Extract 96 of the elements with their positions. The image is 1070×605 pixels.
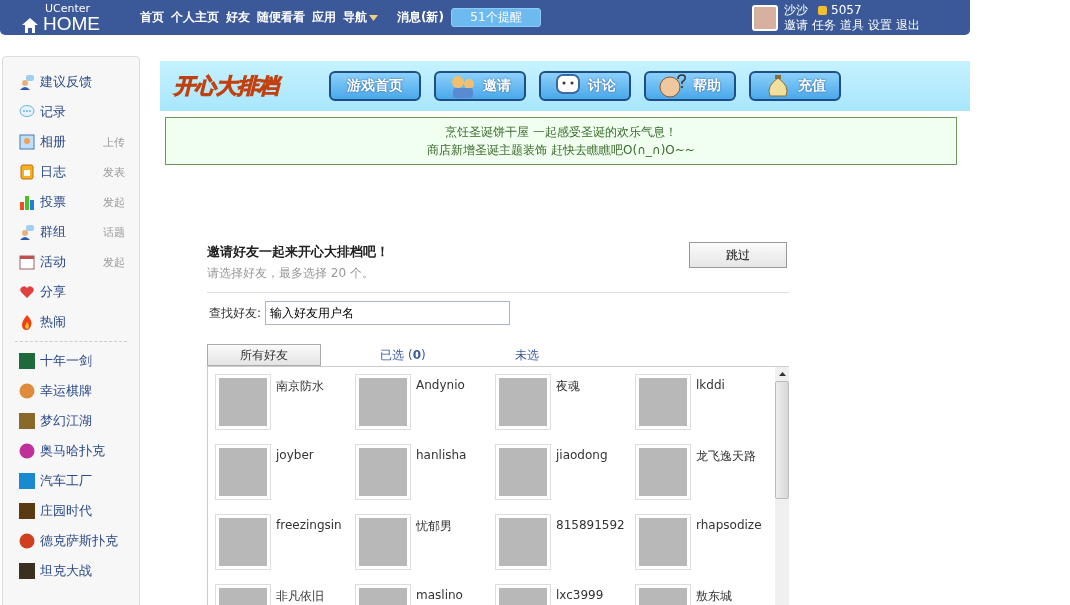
sidebar-link[interactable]: 十年一剑 [40,352,92,370]
person-chat-icon [19,224,35,240]
user-link[interactable]: 邀请 [784,17,808,33]
two-people-icon [449,74,477,98]
user-avatar[interactable] [752,4,778,31]
sidebar-link[interactable]: 投票 [40,193,66,211]
friend-name: joyber [276,447,314,462]
hearts-icon [19,284,35,300]
brand-subtitle: UCenter [45,2,92,14]
person-chat-icon [19,74,35,90]
sidebar-link[interactable]: 汽车工厂 [40,472,92,490]
avatar-photo-placeholder[interactable] [355,514,411,570]
calendar-icon [19,254,35,270]
nav-link[interactable]: 随便看看 [257,9,305,26]
sidebar-link[interactable]: 日志 [40,163,66,181]
game-icon [19,563,35,579]
caret-icon[interactable] [369,14,378,21]
home-icon[interactable] [22,17,38,33]
bar-chart-icon [19,194,35,210]
friend-name: jiaodong [556,447,608,462]
filter-tab[interactable]: 未选 [465,344,589,366]
sidebar-link[interactable]: 活动 [40,253,66,271]
notice-text: 商店新增圣诞主题装饰 赶快去瞧瞧吧O(∩_∩)O~~ [426,142,696,159]
game-icon [19,503,35,519]
game-icon [19,383,35,399]
notice-text: 烹饪圣诞饼干屋 一起感受圣诞的欢乐气息！ [444,124,678,141]
game-icon [19,443,35,459]
sidebar-link[interactable]: 梦幻江湖 [40,412,92,430]
friend-name: rhapsodize [696,517,762,532]
sidebar-link[interactable]: 热闹 [40,313,66,331]
speech-bubble-icon [19,104,35,120]
friend-name: Andynio [416,377,465,392]
friend-name: 南京防水 [276,378,324,395]
user-link[interactable]: 任务 [812,17,836,33]
avatar-photo-placeholder[interactable] [635,374,691,430]
friend-name: 815891592 [556,517,625,532]
search-field[interactable]: 输入好友用户名 [265,301,511,325]
friend-name: 龙飞逸天路 [696,448,756,465]
sidebar-link[interactable]: 建议反馈 [40,73,92,91]
filter-tab[interactable]: 所有好友 [207,344,321,366]
sidebar-link[interactable]: 相册 [40,133,66,151]
messages-link[interactable]: 消息(新) [397,9,444,26]
avatar-photo-placeholder[interactable] [635,444,691,500]
picture-frame-icon [19,134,35,150]
user-name[interactable]: 沙沙 [784,2,808,18]
coin-icon [818,5,827,15]
search-label: 查找好友: [209,304,262,322]
friend-name: 忧郁男 [416,518,452,535]
game-icon [19,533,35,549]
user-link[interactable]: 道具 [840,17,864,33]
sidebar-link[interactable]: 坦克大战 [40,562,92,580]
avatar-photo-placeholder[interactable] [355,444,411,500]
avatar-photo-placeholder[interactable] [495,514,551,570]
game-logo[interactable]: 开心大排档 [174,72,316,100]
avatar-photo-placeholder[interactable] [495,444,551,500]
user-link[interactable]: 设置 [868,17,892,33]
friend-name: freezingsin [276,517,342,532]
nav-link[interactable]: 应用 [312,9,336,26]
coin-count: 5057 [831,2,862,18]
scroll-up-arrow-icon[interactable] [778,372,786,376]
game-icon [19,413,35,429]
notepad-icon [19,164,35,180]
sidebar-link[interactable]: 德克萨斯扑克 [40,532,118,550]
friend-name: lkddi [696,377,725,392]
avatar-photo-placeholder[interactable] [635,514,691,570]
sidebar-link[interactable]: 记录 [40,103,66,121]
friend-name: 敖东城 [696,588,732,605]
game-icon [19,353,35,369]
friend-name: 非凡依旧 [276,588,324,605]
invite-hint: 请选择好友，最多选择 20 个。 [207,265,375,282]
nav-link[interactable]: 首页 [140,9,164,26]
nav-link[interactable]: 导航 [343,9,367,26]
friend-name: hanlisha [416,447,467,462]
skip-button[interactable]: 跳过 [689,242,787,268]
friend-name: maslino [416,587,463,602]
invite-title: 邀请好友一起来开心大排档吧！ [207,243,389,261]
filter-tab[interactable]: 已选 (0) [341,344,465,366]
sidebar-link[interactable]: 幸运棋牌 [40,382,92,400]
user-link[interactable]: 退出 [896,17,920,33]
friend-name: 夜魂 [556,378,580,395]
game-icon [19,473,35,489]
avatar-photo-placeholder[interactable] [495,374,551,430]
brand-logo[interactable]: HOME [43,13,100,33]
sidebar-link[interactable]: 庄园时代 [40,502,92,520]
scrollbar[interactable] [775,367,789,605]
face-question-icon [659,74,687,98]
sidebar-link[interactable]: 群组 [40,223,66,241]
friend-name: lxc3999 [556,587,604,602]
sidebar-link[interactable]: 分享 [40,283,66,301]
nav-link[interactable]: 个人主页 [171,9,219,26]
avatar-photo-placeholder[interactable] [215,444,271,500]
nav-link[interactable]: 好友 [226,9,250,26]
avatar-photo-placeholder[interactable] [215,514,271,570]
avatar-photo-placeholder[interactable] [215,374,271,430]
avatar-photo-placeholder[interactable] [355,374,411,430]
sidebar-link[interactable]: 奥马哈扑克 [40,442,105,460]
